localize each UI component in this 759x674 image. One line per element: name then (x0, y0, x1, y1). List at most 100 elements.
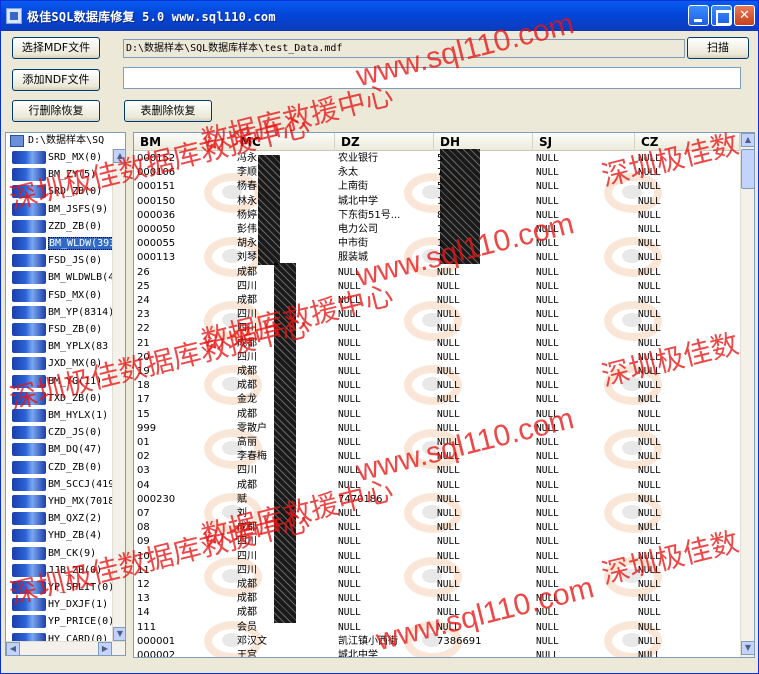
table-row[interactable]: 111 会员 NULL NULL NULL NULL (134, 621, 740, 635)
table-row[interactable]: 15 成都 NULL NULL NULL NULL (134, 408, 740, 422)
column-header-dz[interactable]: DZ (335, 133, 434, 151)
maximize-button[interactable] (711, 5, 732, 26)
table-icon (12, 443, 46, 457)
column-header-mc[interactable]: MC (234, 133, 335, 151)
table-row[interactable]: 09 四川 NULL NULL NULL NULL (134, 535, 740, 549)
table-row[interactable]: 20 四川 NULL NULL NULL NULL (134, 351, 740, 365)
table-row[interactable]: 000050彭伟电力公司1NULLNULL (134, 223, 740, 237)
table-tree[interactable]: D:\数据样本\SQ SRD_MX(0) BM_ZY(5) SRD_ZB(0) BM_… (5, 132, 126, 656)
table-row[interactable]: 02 李春梅 NULL NULL NULL NULL (134, 450, 740, 464)
table-row[interactable]: 24 成都 NULL NULL NULL NULL (134, 294, 740, 308)
table-row[interactable]: 07 刘 NULL NULL NULL NULL (134, 507, 740, 521)
tree-item[interactable]: BM_YG(11) (6, 373, 112, 390)
tree-item[interactable]: BM_DQ(47) (6, 441, 112, 458)
tree-vertical-scrollbar[interactable]: ▲ ▼ (112, 149, 125, 641)
mdf-path-field[interactable]: D:\数据样本\SQL数据库样本\test_Data.mdf (123, 39, 685, 58)
tree-item[interactable]: TXD_ZB(0) (6, 390, 112, 407)
tree-item[interactable]: BM_QXZ(2) (6, 510, 112, 527)
tree-item-label: FSD_MX(0) (48, 289, 103, 301)
tree-horizontal-scrollbar[interactable]: ◀ ▶ (6, 641, 125, 655)
tree-item[interactable]: FSD_JS(0) (6, 252, 112, 269)
tree-item[interactable]: BM_YPLX(83 (6, 338, 112, 355)
select-mdf-button[interactable]: 选择MDF文件 (12, 37, 100, 59)
table-row[interactable]: 000113刘琴服装城1NULLNULL (134, 251, 740, 265)
scroll-up-icon[interactable]: ▲ (113, 149, 125, 163)
table-row[interactable]: 11 四川 NULL NULL NULL NULL (134, 564, 740, 578)
tree-item[interactable]: BM_JSFS(9) (6, 201, 112, 218)
table-row[interactable]: 13 成都 NULL NULL NULL NULL (134, 592, 740, 606)
column-header-bm[interactable]: BM (134, 133, 234, 151)
table-row[interactable]: 04 成都 NULL NULL NULL NULL (134, 479, 740, 493)
scroll-thumb[interactable] (741, 149, 754, 189)
tree-item[interactable]: JXD_MX(0) (6, 355, 112, 372)
table-row[interactable]: 000106李顺永太7NULLNULL (134, 166, 740, 180)
tree-item[interactable]: SRD_MX(0) (6, 149, 112, 166)
table-row[interactable]: 000002 王宫 城北中学 NULL NULL (134, 649, 740, 657)
table-row[interactable]: 26 成都 NULL NULL NULL NULL (134, 266, 740, 280)
table-row[interactable]: 999 零散户 NULL NULL NULL NULL (134, 422, 740, 436)
tree-item[interactable]: BM_HYLX(1) (6, 407, 112, 424)
table-row[interactable]: 000036杨婷下东街51号...8NULLNULL (134, 209, 740, 223)
tree-item[interactable]: ZZD_ZB(0) (6, 218, 112, 235)
tree-item[interactable]: FSD_ZB(0) (6, 321, 112, 338)
table-row[interactable]: 08 成都 NULL NULL NULL NULL (134, 521, 740, 535)
tree-item[interactable]: SRD_ZB(0) (6, 183, 112, 200)
table-row[interactable]: 12 成都 NULL NULL NULL NULL (134, 578, 740, 592)
tree-item[interactable]: FSD_MX(0) (6, 287, 112, 304)
cell-cz: NULL (638, 493, 661, 505)
scroll-left-icon[interactable]: ◀ (6, 642, 20, 655)
ndf-path-field[interactable] (123, 67, 741, 89)
cell-mc: 邓汉文 (237, 635, 267, 647)
table-row[interactable]: 22 四川 NULL NULL NULL NULL (134, 322, 740, 336)
table-row[interactable]: 000230 赋 7470186 NULL NULL NULL (134, 493, 740, 507)
title-bar[interactable]: 极佳SQL数据库修复 5.0 www.sql110.com (1, 1, 758, 31)
table-row[interactable]: 01 高丽 NULL NULL NULL NULL (134, 436, 740, 450)
cell-dz: NULL (338, 394, 361, 406)
table-row[interactable]: 000150林永城北中学1NULLNULL (134, 195, 740, 209)
table-row[interactable]: 000152冯永农业银行5NULLNULL (134, 152, 740, 166)
scan-button[interactable]: 扫描 (687, 37, 749, 59)
table-row[interactable]: 23 四川 NULL NULL NULL NULL (134, 308, 740, 322)
table-row[interactable]: 000055胡永中市街1NULLNULL (134, 237, 740, 251)
row-delete-recover-button[interactable]: 行删除恢复 (12, 100, 100, 122)
table-row[interactable]: 21 成都 NULL NULL NULL NULL (134, 337, 740, 351)
scroll-down-icon[interactable]: ▼ (741, 641, 754, 655)
cell-dz: NULL (338, 366, 361, 377)
tree-root[interactable]: D:\数据样本\SQ (6, 133, 124, 149)
table-row[interactable]: 14 成都 NULL NULL NULL NULL (134, 606, 740, 620)
tree-item[interactable]: HY_DXJF(1) (6, 596, 112, 613)
tree-item[interactable]: YP_PRICE(0) (6, 613, 112, 630)
table-row[interactable]: 18 成都 NULL NULL NULL NULL (134, 379, 740, 393)
table-row[interactable]: 03 四川 NULL NULL NULL NULL (134, 464, 740, 478)
tree-item-label: BM_YG(11) (48, 375, 103, 387)
tree-item[interactable]: BM_CK(9) (6, 545, 112, 562)
tree-item[interactable]: CZD_ZB(0) (6, 459, 112, 476)
scroll-up-icon[interactable]: ▲ (741, 133, 754, 147)
scroll-right-icon[interactable]: ▶ (98, 642, 112, 655)
table-row[interactable]: 000151杨春上南街5NULLNULL (134, 180, 740, 194)
tree-item[interactable]: YHD_MX(7018 (6, 493, 112, 510)
table-row[interactable]: 10 四川 NULL NULL NULL NULL (134, 550, 740, 564)
tree-item[interactable]: CZD_JS(0) (6, 424, 112, 441)
table-row[interactable]: 17 金龙 NULL NULL NULL NULL (134, 393, 740, 407)
column-header-sj[interactable]: SJ (533, 133, 635, 151)
close-button[interactable] (734, 5, 755, 26)
data-grid[interactable]: BM MC DZ DH SJ CZ 000152冯永农业银行5NULLNULL0… (133, 132, 755, 658)
tree-item[interactable]: BM_ZY(5) (6, 166, 112, 183)
tree-item[interactable]: BM_SCCJ(419 (6, 476, 112, 493)
add-ndf-button[interactable]: 添加NDF文件 (12, 69, 100, 91)
table-delete-recover-button[interactable]: 表删除恢复 (124, 100, 212, 122)
tree-item[interactable]: BM_YP(8314) (6, 304, 112, 321)
grid-vertical-scrollbar[interactable]: ▲ ▼ (740, 133, 754, 657)
tree-item[interactable]: BM_WLDW(393 (6, 235, 112, 252)
scroll-down-icon[interactable]: ▼ (113, 627, 125, 641)
tree-item[interactable]: BM_WLDWLB(4 (6, 269, 112, 286)
tree-item[interactable]: YP_SPLIT(0) (6, 579, 112, 596)
tree-item[interactable]: JJB_ZB(0) (6, 562, 112, 579)
column-header-cz[interactable]: CZ (635, 133, 740, 151)
minimize-button[interactable] (688, 5, 709, 26)
table-row[interactable]: 25 四川 NULL NULL NULL NULL (134, 280, 740, 294)
tree-item[interactable]: YHD_ZB(4) (6, 527, 112, 544)
table-row[interactable]: 000001 邓汉文 凯江镇小西街 7386691 NULL NULL (134, 635, 740, 649)
table-row[interactable]: 19 成都 NULL NULL NULL NULL (134, 365, 740, 379)
